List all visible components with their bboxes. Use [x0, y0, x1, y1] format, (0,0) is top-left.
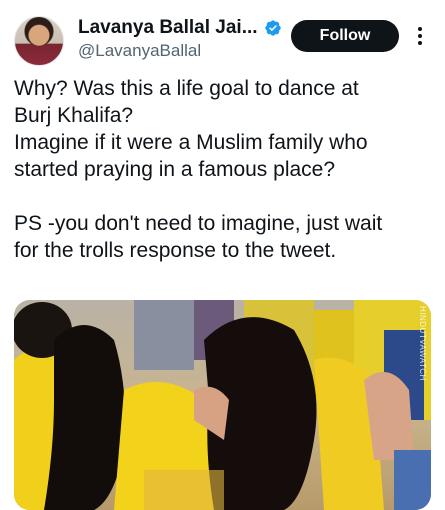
more-options-icon[interactable] [410, 24, 430, 48]
author-display-name[interactable]: Lavanya Ballal Jai... [78, 17, 258, 39]
follow-button[interactable]: Follow [291, 20, 399, 52]
more-dot [418, 27, 422, 31]
video-frame-illustration [14, 300, 431, 510]
tweet-header: Lavanya Ballal Jai... @LavanyaBallal Fol… [0, 0, 445, 70]
tweet-line: for the trolls response to the tweet. [14, 239, 337, 262]
author-handle[interactable]: @LavanyaBallal [78, 41, 201, 61]
more-dot [418, 41, 422, 45]
more-dot [418, 34, 422, 38]
tweet-media-video[interactable]: HINDUTVAWATCH [14, 300, 431, 510]
tweet-line: Burj Khalifa? [14, 104, 134, 127]
tweet-line: Imagine if it were a Muslim family who [14, 131, 368, 154]
tweet-line: Why? Was this a life goal to dance at [14, 77, 359, 100]
avatar[interactable] [14, 16, 64, 66]
media-watermark: HINDUTVAWATCH [418, 306, 427, 381]
verified-badge-icon [264, 20, 281, 36]
tweet-text: Why? Was this a life goal to dance at Bu… [14, 75, 434, 264]
tweet-line: started praying in a famous place? [14, 158, 336, 181]
author-name-row[interactable]: Lavanya Ballal Jai... [78, 17, 282, 39]
tweet-line: PS -you don't need to imagine, just wait [14, 212, 383, 235]
